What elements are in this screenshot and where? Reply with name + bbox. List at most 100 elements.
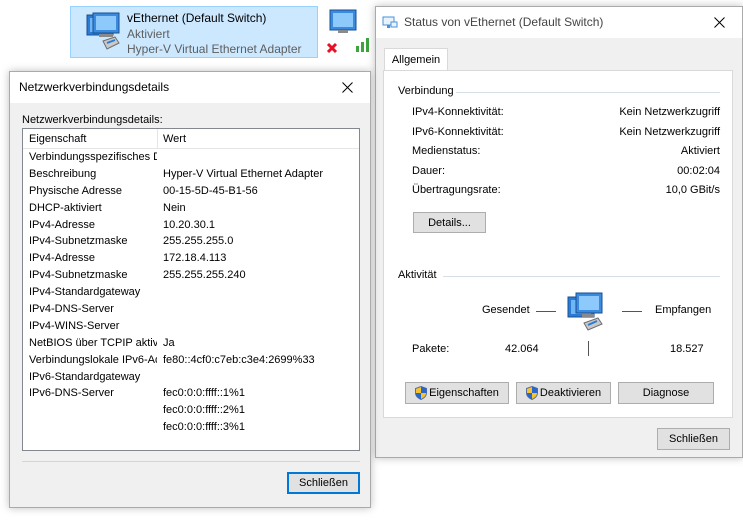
- status-window-title: Status von vEthernet (Default Switch): [404, 15, 604, 29]
- table-row[interactable]: IPv4-Subnetzmaske 255.255.255.0: [23, 234, 359, 251]
- properties-label: Eigenschaften: [429, 387, 499, 399]
- property-cell: Physische Adresse: [29, 184, 122, 197]
- list-header: Eigenschaft Wert: [23, 129, 359, 149]
- property-cell: IPv4-Subnetzmaske: [29, 235, 128, 248]
- received-label: Empfangen: [655, 304, 712, 316]
- property-cell: IPv4-WINS-Server: [29, 319, 120, 332]
- value-cell: Nein: [163, 201, 186, 214]
- details-rows: Verbindungsspezifisches DNS-Suffix Beschr…: [23, 150, 359, 437]
- property-cell: IPv4-Adresse: [29, 218, 96, 231]
- value-cell: 10.20.30.1: [163, 218, 215, 231]
- property-cell: NetBIOS über TCPIP aktiviert: [29, 336, 157, 349]
- table-row[interactable]: IPv4-WINS-Server: [23, 319, 359, 336]
- details-window-title: Netzwerkverbindungsdetails: [19, 80, 170, 94]
- status-close-icon[interactable]: [697, 7, 742, 38]
- duration-value: 00:02:04: [677, 165, 720, 177]
- status-window: Status von vEthernet (Default Switch) Al…: [375, 6, 743, 458]
- details-titlebar[interactable]: Netzwerkverbindungsdetails: [10, 72, 370, 103]
- ipv6-connectivity-value: Kein Netzwerkzugriff: [619, 126, 720, 138]
- property-cell: DHCP-aktiviert: [29, 201, 102, 214]
- property-cell: IPv4-Subnetzmaske: [29, 269, 128, 282]
- table-row[interactable]: Verbindungsspezifisches DNS-Suffix: [23, 150, 359, 167]
- table-row[interactable]: fec0:0:0:ffff::3%1: [23, 420, 359, 437]
- packets-received-value: 18.527: [670, 343, 704, 355]
- received-line: [622, 311, 642, 312]
- table-row[interactable]: Physische Adresse 00-15-5D-45-B1-56: [23, 184, 359, 201]
- adapter-device: Hyper-V Virtual Ethernet Adapter: [127, 42, 302, 56]
- value-cell: Ja: [163, 336, 175, 349]
- property-cell: Verbindungslokale IPv6-Adresse: [29, 353, 157, 366]
- network-status-icon: [382, 16, 398, 28]
- table-row[interactable]: IPv4-Standardgateway: [23, 285, 359, 302]
- value-cell: fec0:0:0:ffff::2%1: [163, 404, 245, 417]
- table-row[interactable]: IPv4-Adresse 172.18.4.113: [23, 251, 359, 268]
- value-cell: fec0:0:0:ffff::3%1: [163, 421, 245, 434]
- adapter-tile-default-switch[interactable]: vEthernet (Default Switch) Aktiviert Hyp…: [70, 6, 318, 58]
- value-cell: 172.18.4.113: [163, 252, 227, 265]
- duration-label: Dauer:: [412, 165, 446, 177]
- ipv6-connectivity-label: IPv6-Konnektivität:: [412, 126, 504, 138]
- tab-allgemein[interactable]: Allgemein: [384, 48, 448, 71]
- table-row[interactable]: Beschreibung Hyper-V Virtual Ethernet Ada…: [23, 167, 359, 184]
- table-row[interactable]: IPv6-Standardgateway: [23, 370, 359, 387]
- connection-divider: [456, 92, 720, 93]
- ipv4-connectivity-label: IPv4-Konnektivität:: [412, 106, 504, 118]
- property-cell: Verbindungsspezifisches DNS-Suffix: [29, 151, 157, 163]
- property-cell: IPv4-DNS-Server: [29, 303, 114, 316]
- table-row[interactable]: IPv4-DNS-Server: [23, 302, 359, 319]
- packets-divider: [588, 341, 589, 356]
- property-cell: IPv4-Standardgateway: [29, 286, 141, 299]
- value-cell: 255.255.255.0: [163, 235, 234, 248]
- column-header-property[interactable]: Eigenschaft: [29, 133, 86, 145]
- table-row[interactable]: NetBIOS über TCPIP aktiviert Ja: [23, 336, 359, 353]
- value-cell: Hyper-V Virtual Ethernet Adapter: [163, 167, 323, 180]
- media-status-value: Aktiviert: [680, 145, 720, 157]
- connection-group-label: Verbindung: [398, 85, 454, 97]
- details-separator: [22, 461, 360, 462]
- value-cell: 00-15-5D-45-B1-56: [163, 184, 258, 197]
- value-cell: fe80::4cf0:c7eb:c3e4:2699%33: [163, 353, 315, 366]
- activity-divider: [443, 276, 720, 277]
- table-row[interactable]: IPv6-DNS-Server fec0:0:0:ffff::1%1: [23, 386, 359, 403]
- media-status-label: Medienstatus:: [412, 145, 481, 157]
- table-row[interactable]: DHCP-aktiviert Nein: [23, 201, 359, 218]
- shield-icon: [415, 386, 428, 400]
- sent-label: Gesendet: [482, 304, 530, 316]
- status-close-button[interactable]: Schließen: [657, 428, 730, 450]
- ipv4-connectivity-value: Kein Netzwerkzugriff: [619, 106, 720, 118]
- adapter-name: vEthernet (Default Switch): [127, 11, 267, 25]
- disable-button[interactable]: Deaktivieren: [516, 382, 611, 404]
- general-tab-panel: Verbindung IPv4-Konnektivität: Kein Netz…: [383, 70, 733, 418]
- network-activity-icon: [567, 292, 603, 331]
- network-adapter-icon: [86, 12, 120, 50]
- column-divider[interactable]: [157, 129, 158, 149]
- details-close-icon[interactable]: [325, 72, 370, 103]
- table-row[interactable]: IPv4-Adresse 10.20.30.1: [23, 218, 359, 235]
- property-cell: IPv6-Standardgateway: [29, 370, 141, 383]
- disconnected-adapter-icon[interactable]: [326, 6, 372, 56]
- table-row[interactable]: fec0:0:0:ffff::2%1: [23, 403, 359, 420]
- sent-line: [536, 311, 556, 312]
- property-cell: Beschreibung: [29, 167, 97, 180]
- shield-icon: [525, 386, 538, 400]
- properties-button[interactable]: Eigenschaften: [405, 382, 509, 404]
- activity-group-label: Aktivität: [398, 269, 437, 281]
- packets-sent-value: 42.064: [505, 343, 539, 355]
- table-row[interactable]: IPv4-Subnetzmaske 255.255.255.240: [23, 268, 359, 285]
- diagnose-button[interactable]: Diagnose: [618, 382, 714, 404]
- value-cell: fec0:0:0:ffff::1%1: [163, 387, 245, 400]
- packets-label: Pakete:: [412, 343, 450, 355]
- details-window: Netzwerkverbindungsdetails Netzwerkverbi…: [9, 71, 371, 508]
- value-cell: 255.255.255.240: [163, 269, 246, 282]
- status-titlebar[interactable]: Status von vEthernet (Default Switch): [376, 7, 742, 38]
- table-row[interactable]: Verbindungslokale IPv6-Adresse fe80::4cf0…: [23, 353, 359, 370]
- details-list[interactable]: Eigenschaft Wert Verbindungsspezifisches…: [22, 128, 360, 451]
- property-cell: IPv6-DNS-Server: [29, 387, 114, 400]
- adapter-status: Aktiviert: [127, 27, 170, 41]
- column-header-value[interactable]: Wert: [163, 133, 186, 145]
- disable-label: Deaktivieren: [539, 387, 602, 399]
- details-heading: Netzwerkverbindungsdetails:: [22, 114, 163, 126]
- details-button[interactable]: Details...: [413, 212, 486, 233]
- details-close-button[interactable]: Schließen: [287, 472, 360, 494]
- speed-value: 10,0 GBit/s: [665, 184, 720, 196]
